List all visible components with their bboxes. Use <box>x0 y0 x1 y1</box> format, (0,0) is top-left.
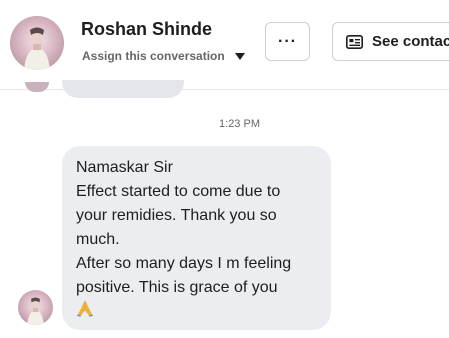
message-timestamp: 1:23 PM <box>219 118 260 130</box>
sender-avatar[interactable] <box>18 290 53 325</box>
message-line: positive. This is grace of you <box>76 279 278 296</box>
more-options-button[interactable]: ··· <box>265 22 310 61</box>
conversation-window: Roshan Shinde Assign this conversation ·… <box>0 0 449 338</box>
see-contact-button[interactable]: See contact <box>332 22 449 61</box>
avatar-photo-icon <box>24 27 50 70</box>
message-line: much. <box>76 231 120 248</box>
folded-hands-emoji-icon <box>77 300 93 317</box>
id-card-icon <box>346 34 363 49</box>
see-contact-label: See contact <box>372 33 449 50</box>
message-thread: 1:23 PM Namaskar Sir Effect started to c… <box>0 80 449 338</box>
assign-label: Assign this conversation <box>82 49 225 63</box>
message-line: Namaskar Sir <box>76 159 173 176</box>
assign-conversation-dropdown[interactable]: Assign this conversation <box>82 48 245 64</box>
message-line: your remidies. Thank you so <box>76 207 277 224</box>
ellipsis-icon: ··· <box>278 32 297 50</box>
incoming-message-bubble[interactable]: Namaskar Sir Effect started to come due … <box>62 146 331 330</box>
previous-sender-avatar <box>25 82 49 92</box>
message-line: Effect started to come due to <box>76 183 281 200</box>
avatar-photo-icon <box>27 297 44 325</box>
contact-avatar[interactable] <box>10 16 64 70</box>
message-line: After so many days I m feeling <box>76 255 292 272</box>
previous-message-bubble[interactable] <box>62 80 184 98</box>
caret-down-icon <box>234 52 245 60</box>
contact-name: Roshan Shinde <box>81 19 213 39</box>
conversation-header: Roshan Shinde Assign this conversation ·… <box>0 0 449 90</box>
